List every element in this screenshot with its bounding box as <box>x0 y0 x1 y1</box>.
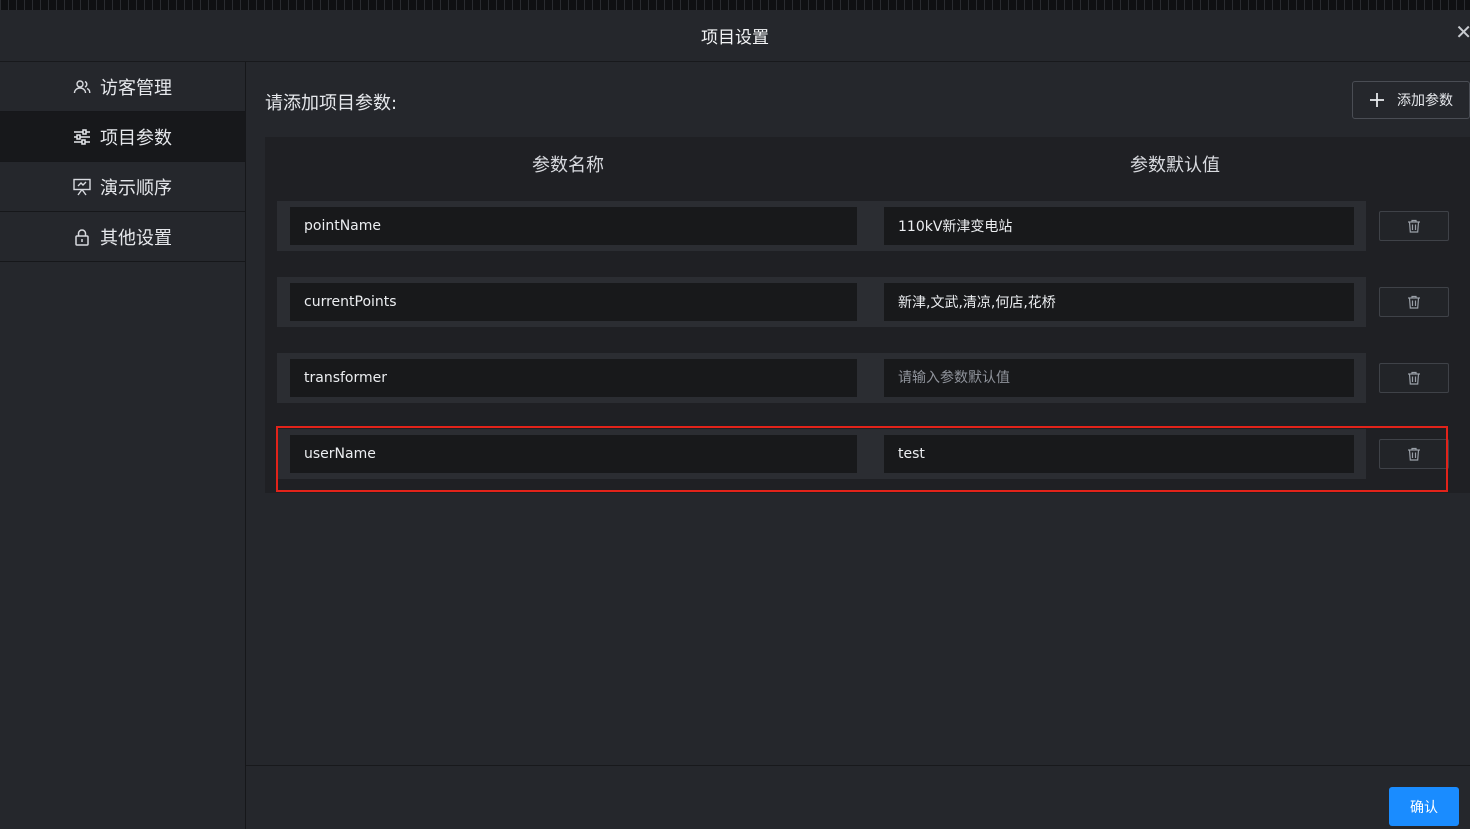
confirm-button[interactable]: 确认 <box>1389 787 1459 826</box>
top-ruler-strip <box>0 0 1470 10</box>
params-table: 参数名称 参数默认值 <box>265 137 1470 493</box>
delete-row-button[interactable] <box>1379 363 1449 393</box>
sliders-icon <box>74 128 90 145</box>
param-value-input[interactable] <box>884 283 1354 321</box>
sidebar-item-demo-order[interactable]: 演示顺序 <box>0 162 245 212</box>
settings-sidebar: 访客管理 项目参数 演示顺序 其他设置 <box>0 62 246 829</box>
param-name-input[interactable] <box>290 359 857 397</box>
table-row <box>277 201 1366 251</box>
param-name-input[interactable] <box>290 207 857 245</box>
dialog-title: 项目设置 <box>701 28 769 48</box>
table-row <box>277 429 1366 479</box>
add-param-button[interactable]: 添加参数 <box>1352 81 1470 119</box>
dialog-header: 项目设置 ✕ <box>0 10 1470 62</box>
lock-icon <box>75 228 89 246</box>
param-value-input[interactable] <box>884 359 1354 397</box>
delete-row-button[interactable] <box>1379 287 1449 317</box>
sidebar-item-label: 项目参数 <box>100 127 172 149</box>
param-name-input[interactable] <box>290 435 857 473</box>
table-row <box>277 277 1366 327</box>
sidebar-item-project-params[interactable]: 项目参数 <box>0 112 245 162</box>
plus-icon <box>1370 93 1384 107</box>
footer-divider <box>246 765 1470 766</box>
delete-row-button[interactable] <box>1379 439 1449 469</box>
params-prompt: 请添加项目参数: <box>265 93 398 114</box>
trash-icon <box>1408 371 1420 385</box>
sidebar-item-other-settings[interactable]: 其他设置 <box>0 212 245 262</box>
close-icon[interactable]: ✕ <box>1455 22 1470 42</box>
trash-icon <box>1408 295 1420 309</box>
column-header-name: 参数名称 <box>532 155 604 176</box>
delete-row-button[interactable] <box>1379 211 1449 241</box>
project-settings-dialog: 项目设置 ✕ 访客管理 项目参数 演示顺序 其他设置 请添加项目参数: 添加参数… <box>0 10 1470 829</box>
param-name-input[interactable] <box>290 283 857 321</box>
users-icon <box>73 79 91 93</box>
trash-icon <box>1408 219 1420 233</box>
sidebar-item-visitors[interactable]: 访客管理 <box>0 62 245 112</box>
sidebar-item-label: 演示顺序 <box>100 177 172 199</box>
add-param-label: 添加参数 <box>1397 93 1453 109</box>
column-header-default-value: 参数默认值 <box>1130 155 1220 176</box>
sidebar-item-label: 其他设置 <box>100 227 172 249</box>
sidebar-item-label: 访客管理 <box>100 77 172 99</box>
param-value-input[interactable] <box>884 207 1354 245</box>
table-row <box>277 353 1366 403</box>
param-value-input[interactable] <box>884 435 1354 473</box>
project-params-panel: 请添加项目参数: 添加参数 参数名称 参数默认值 pointName 110kV… <box>246 62 1470 829</box>
presentation-icon <box>73 178 91 195</box>
trash-icon <box>1408 447 1420 461</box>
